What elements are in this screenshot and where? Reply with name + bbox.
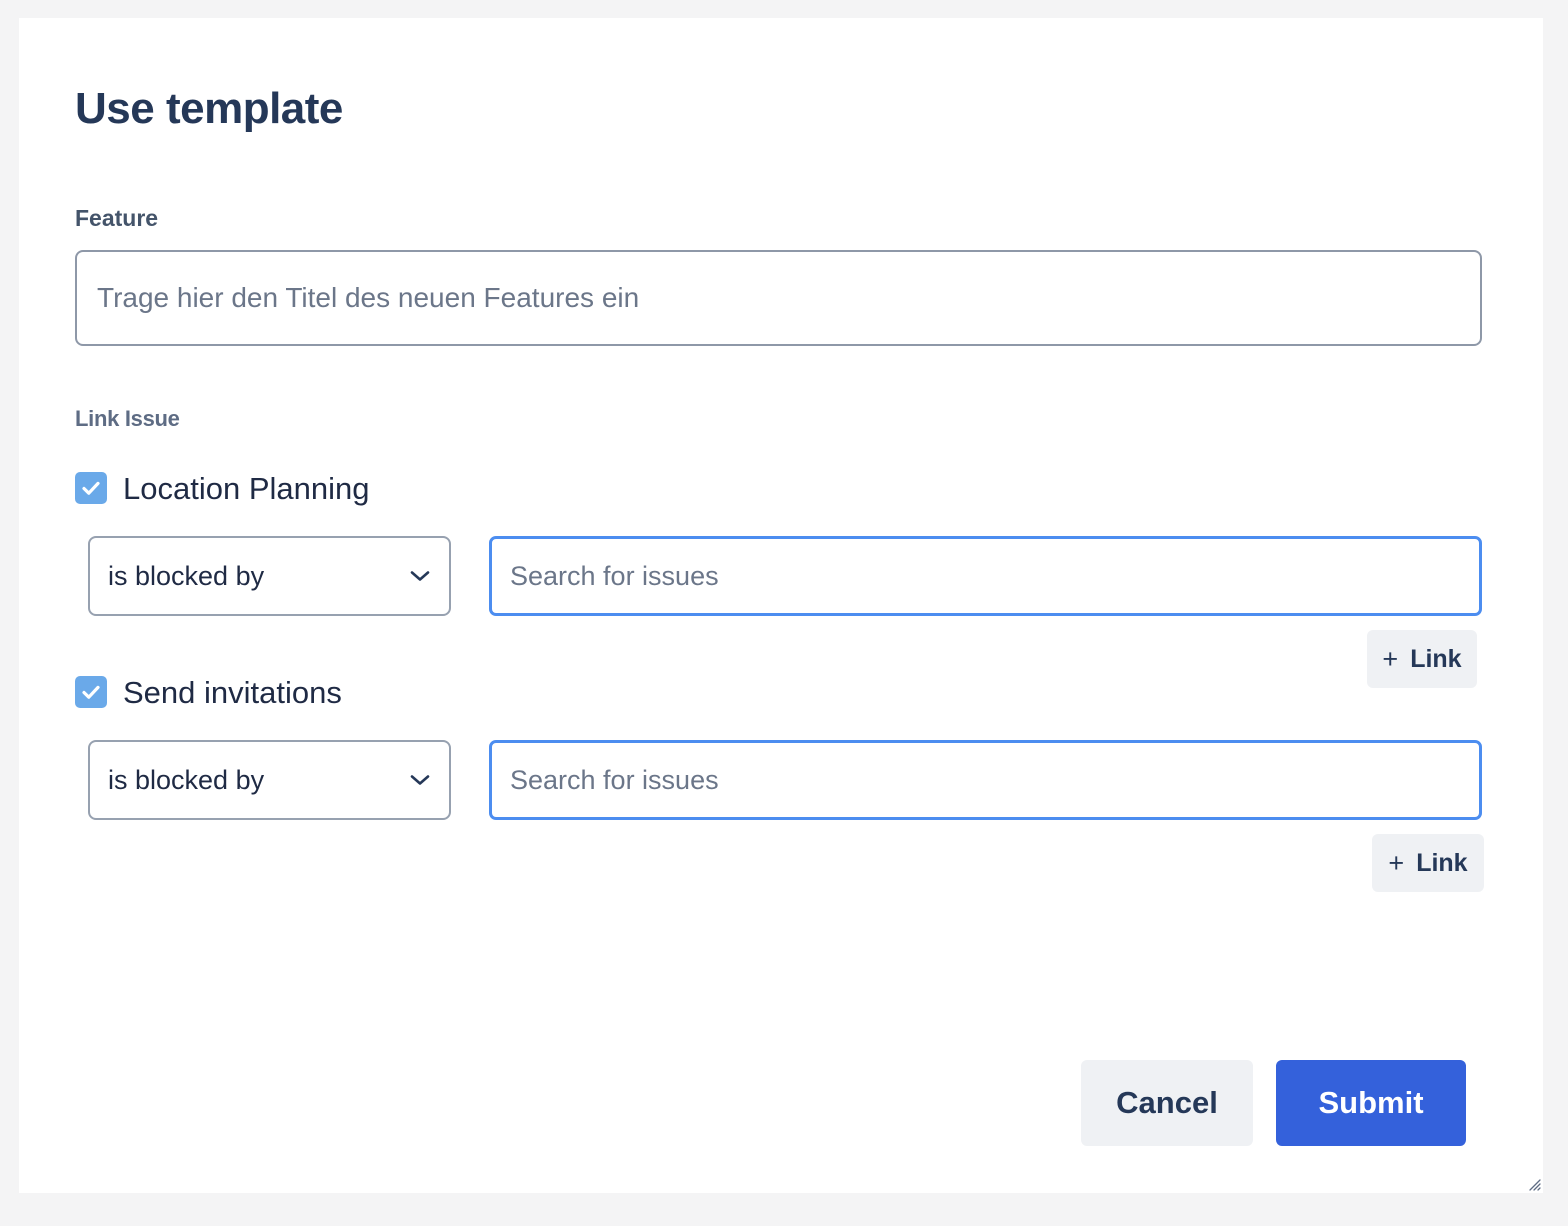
add-link-button[interactable]: + Link [1367,630,1477,688]
link-issue-checkbox-row[interactable]: Location Planning [75,468,369,508]
dialog-footer: Cancel Submit [19,1060,1543,1150]
link-issue-checkbox[interactable] [75,472,107,504]
use-template-dialog: Use template Feature Link Issue Location… [19,18,1543,1193]
check-icon [82,685,100,699]
link-issue-section-label: Link Issue [75,406,180,431]
cancel-button[interactable]: Cancel [1081,1060,1253,1146]
check-icon [82,481,100,495]
resize-handle-icon[interactable] [1527,1177,1541,1191]
submit-button[interactable]: Submit [1276,1060,1466,1146]
feature-title-input[interactable] [75,250,1482,346]
issue-search-input[interactable] [489,740,1482,820]
issue-search-input[interactable] [489,536,1482,616]
add-link-button[interactable]: + Link [1372,834,1484,892]
dialog-title: Use template [75,84,343,134]
link-issue-checkbox[interactable] [75,676,107,708]
link-relation-value: is blocked by [108,764,265,795]
chevron-down-icon [410,571,430,581]
add-link-button-label: Link [1410,644,1462,673]
chevron-down-icon [410,775,430,785]
link-issue-checkbox-row[interactable]: Send invitations [75,672,342,712]
link-relation-value: is blocked by [108,560,265,591]
link-relation-select[interactable]: is blocked by [88,740,451,820]
plus-icon: + [1388,847,1405,878]
plus-icon: + [1382,643,1399,674]
add-link-button-label: Link [1416,848,1468,877]
link-relation-select[interactable]: is blocked by [88,536,451,616]
link-issue-checkbox-label: Send invitations [123,674,342,710]
feature-field-label: Feature [75,205,159,231]
link-issue-checkbox-label: Location Planning [123,470,370,506]
